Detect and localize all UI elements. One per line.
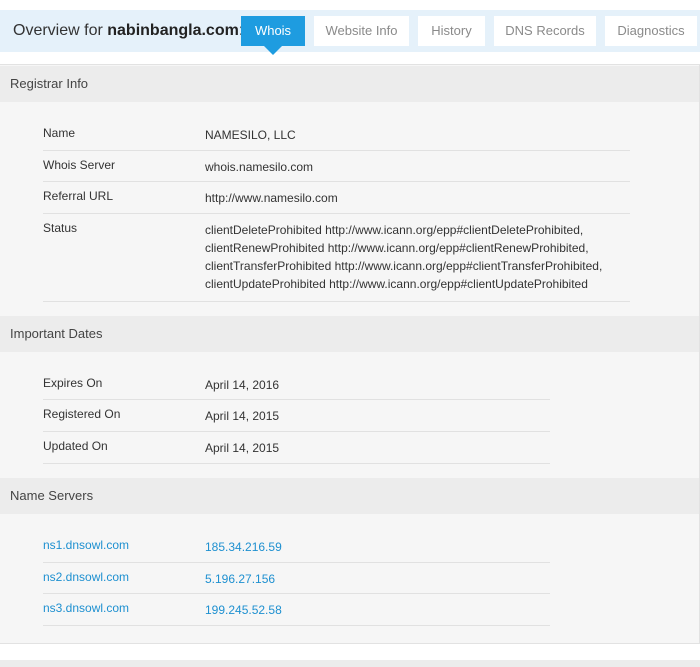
domain-name: nabinbangla.com xyxy=(107,22,239,39)
nameserver-ip-link[interactable]: 199.245.52.58 xyxy=(205,601,282,619)
nameserver-row-2[interactable]: ns2.dnsowl.com 5.196.27.156 xyxy=(43,570,550,594)
row-value: whois.namesilo.com xyxy=(205,160,314,174)
nameserver-link[interactable]: ns3.dnsowl.com xyxy=(43,601,129,615)
overview-title: Overview for nabinbangla.com: xyxy=(13,10,243,52)
row-key: Whois Server xyxy=(43,158,116,172)
row-key: Updated On xyxy=(43,439,108,453)
dates-row-updated: Updated On April 14, 2015 xyxy=(43,439,550,464)
row-value: http://www.namesilo.com xyxy=(205,191,338,205)
tab-website-info[interactable]: Website Info xyxy=(314,16,409,46)
name-servers-heading: Name Servers xyxy=(0,478,699,514)
nameserver-ip-link[interactable]: 185.34.216.59 xyxy=(205,538,282,556)
status-line: clientUpdateProhibited http://www.icann.… xyxy=(205,277,588,291)
nameserver-link[interactable]: ns2.dnsowl.com xyxy=(43,570,129,584)
status-value: clientDeleteProhibited http://www.icann.… xyxy=(205,221,602,293)
row-value: April 14, 2015 xyxy=(205,409,280,423)
registrar-info-heading: Registrar Info xyxy=(0,66,699,102)
row-key: Name xyxy=(43,126,76,140)
status-line: clientTransferProhibited http://www.ican… xyxy=(205,259,603,273)
row-key: Expires On xyxy=(43,376,103,390)
dates-row-registered: Registered On April 14, 2015 xyxy=(43,407,550,432)
overview-header: Overview for nabinbangla.com: Whois Webs… xyxy=(0,10,700,55)
nameserver-row-3[interactable]: ns3.dnsowl.com 199.245.52.58 xyxy=(43,601,550,626)
next-section-strip xyxy=(0,660,700,667)
status-line: clientDeleteProhibited http://www.icann.… xyxy=(205,223,584,237)
tab-history[interactable]: History xyxy=(418,16,485,46)
whois-panel: Registrar Info Name NAMESILO, LLC Whois … xyxy=(0,64,700,644)
row-value: April 14, 2015 xyxy=(205,441,280,455)
registrar-row-name: Name NAMESILO, LLC xyxy=(43,126,630,151)
tab-whois[interactable]: Whois xyxy=(241,16,305,55)
nameserver-row-1[interactable]: ns1.dnsowl.com 185.34.216.59 xyxy=(43,538,550,563)
row-key: Status xyxy=(43,221,78,235)
nameserver-link[interactable]: ns1.dnsowl.com xyxy=(43,538,129,552)
important-dates-heading: Important Dates xyxy=(0,316,699,352)
row-value: April 14, 2016 xyxy=(205,378,280,392)
registrar-row-whois-server: Whois Server whois.namesilo.com xyxy=(43,158,630,182)
nameserver-ip-link[interactable]: 5.196.27.156 xyxy=(205,570,275,588)
tab-dns-records[interactable]: DNS Records xyxy=(494,16,596,46)
tab-diagnostics[interactable]: Diagnostics xyxy=(605,16,697,46)
status-line: clientRenewProhibited http://www.icann.o… xyxy=(205,241,589,255)
row-value: NAMESILO, LLC xyxy=(205,128,296,142)
registrar-row-status: Status clientDeleteProhibited http://www… xyxy=(43,221,630,302)
overview-prefix: Overview for xyxy=(13,22,103,39)
dates-row-expires: Expires On April 14, 2016 xyxy=(43,376,550,400)
row-key: Referral URL xyxy=(43,189,114,203)
registrar-row-referral-url: Referral URL http://www.namesilo.com xyxy=(43,189,630,214)
row-key: Registered On xyxy=(43,407,121,421)
